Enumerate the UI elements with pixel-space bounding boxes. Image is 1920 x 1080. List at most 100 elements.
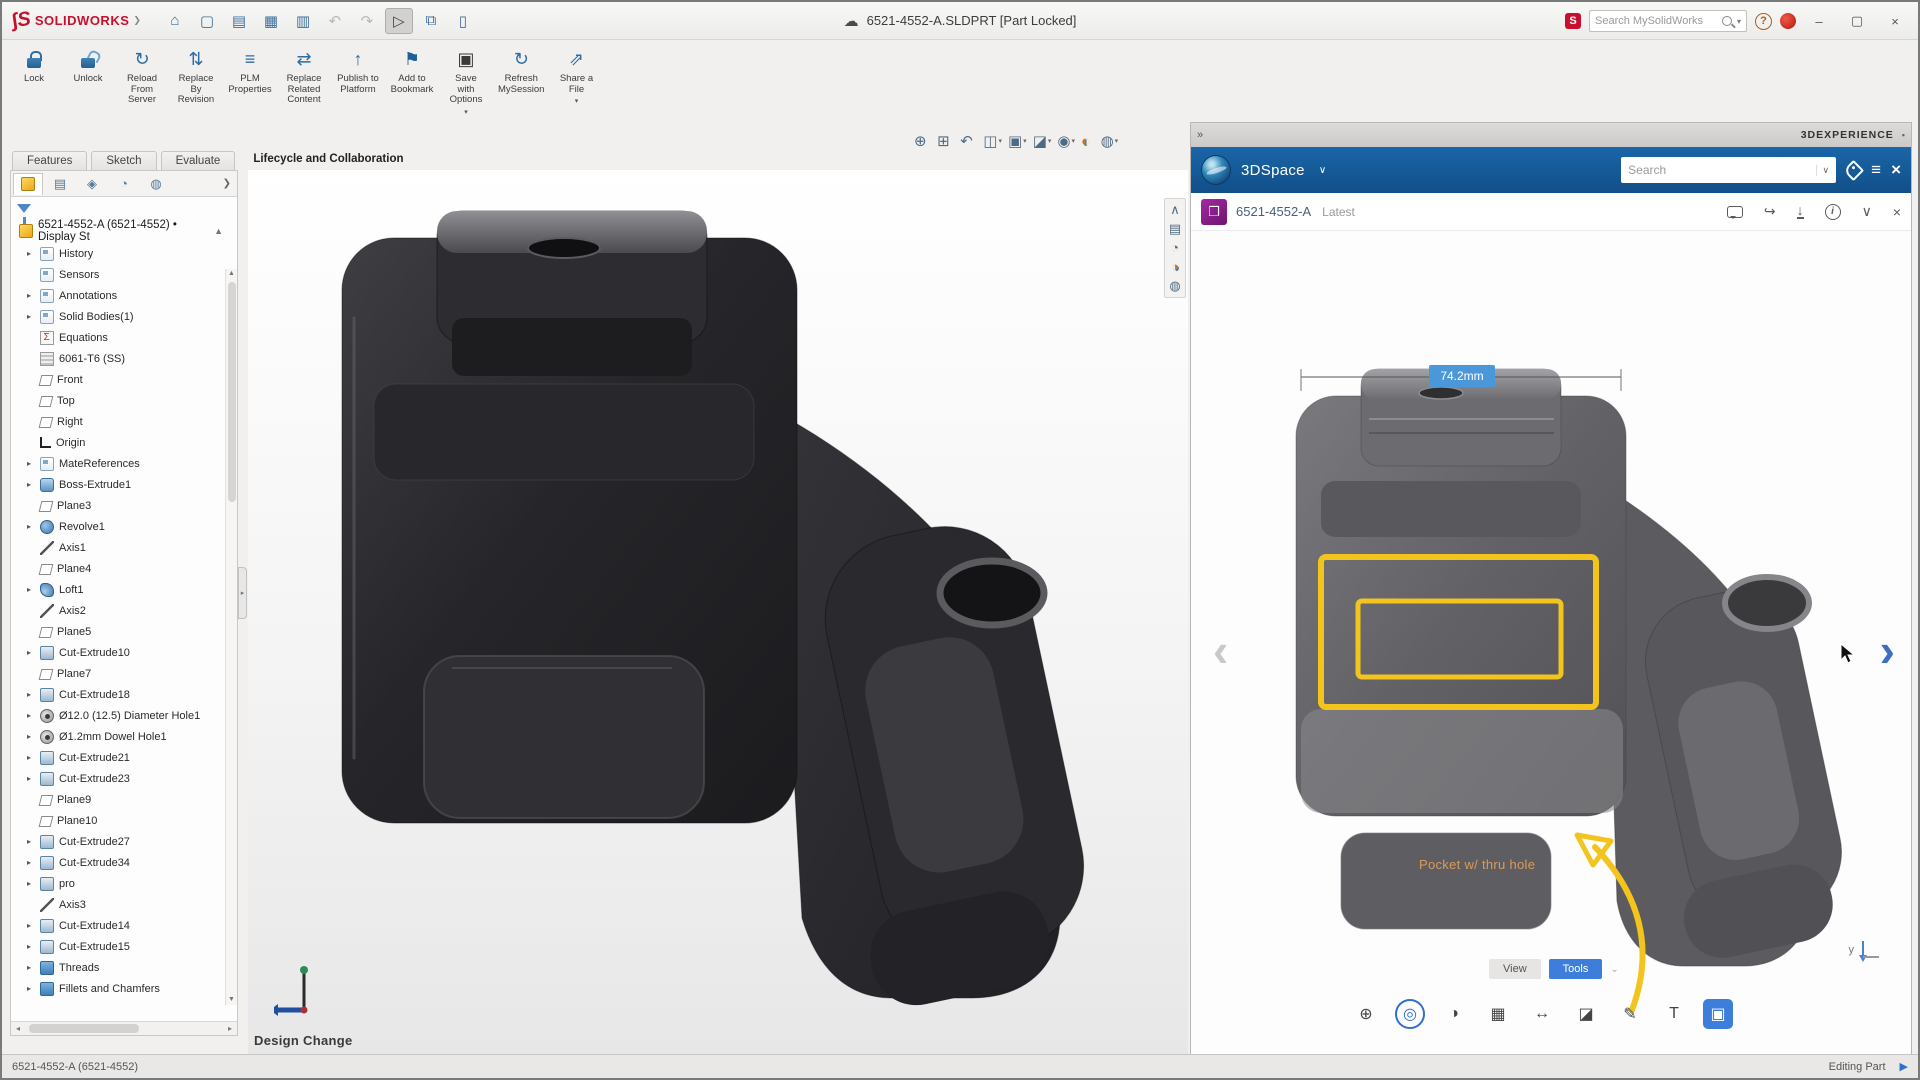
redo-icon[interactable]: ↷ [353, 8, 381, 34]
tree-item[interactable]: ▸ Equations [13, 327, 237, 348]
tree-item[interactable]: ▸ Cut-Extrude21 [13, 747, 237, 768]
tree-item[interactable]: ▸ Boss-Extrude1 [13, 474, 237, 495]
zoom-fit-icon[interactable]: ⊕▾ [914, 132, 931, 150]
expand-arrow-icon[interactable]: ▸ [27, 942, 35, 951]
tree-vertical-scrollbar[interactable]: ▲ ▼ [225, 269, 237, 1005]
command-tab[interactable]: Features [12, 151, 87, 170]
markup-pen-icon[interactable]: ✎ [1615, 999, 1645, 1029]
ribbon-button[interactable]: ⚑ Add to Bookmark ▾ [386, 46, 438, 105]
save-icon[interactable]: ▦ [257, 8, 285, 34]
section-view-icon[interactable]: ◫▾ [983, 132, 1002, 150]
comment-icon[interactable] [1727, 206, 1743, 218]
expand-arrow-icon[interactable]: ▸ [27, 921, 35, 930]
tools-segment[interactable]: Tools [1549, 959, 1603, 979]
ribbon-dropdown-icon[interactable]: ▾ [575, 97, 579, 105]
expand-arrow-icon[interactable]: ▸ [27, 585, 35, 594]
tree-item[interactable]: ▸ Loft1 [13, 579, 237, 600]
search-icon[interactable] [1722, 16, 1732, 26]
undo-icon[interactable]: ↶ [321, 8, 349, 34]
ribbon-button[interactable]: ▣ Save with Options ▾ [440, 46, 492, 116]
expand-arrow-icon[interactable]: ▸ [27, 291, 35, 300]
expand-arrow-icon[interactable]: ▸ [27, 522, 35, 531]
filter-funnel-icon[interactable] [17, 204, 31, 213]
ribbon-button[interactable]: Unlock ▾ [62, 46, 114, 95]
expand-arrow-icon[interactable]: ▸ [27, 690, 35, 699]
3dcompass-icon[interactable] [1201, 155, 1231, 185]
text-tool-icon[interactable]: T [1659, 999, 1689, 1029]
new-document-icon[interactable]: ▢ [193, 8, 221, 34]
section-tool-icon[interactable]: ▦ [1483, 999, 1513, 1029]
tree-item[interactable]: ▸ Cut-Extrude15 [13, 936, 237, 957]
app-dropdown-icon[interactable]: ∨ [1319, 165, 1326, 176]
tree-root-item[interactable]: 6521-4552-A (6521-4552) • Display St ▲ [13, 219, 237, 243]
appearance-icon[interactable]: ◐▾ [1081, 133, 1095, 150]
tree-item[interactable]: ▸ Plane3 [13, 495, 237, 516]
part-model-3d[interactable] [332, 198, 1092, 1018]
view-orientation-icon[interactable]: ▣▾ [1008, 132, 1027, 150]
scroll-left-icon[interactable]: ◂ [11, 1024, 25, 1033]
expand-arrow-icon[interactable]: ▸ [27, 711, 35, 720]
tree-item[interactable]: ▸ Front [13, 369, 237, 390]
tree-item[interactable]: ▸ Cut-Extrude14 [13, 915, 237, 936]
appearances-icon[interactable]: ◑ [1171, 259, 1179, 275]
tree-item[interactable]: ▸ Right [13, 411, 237, 432]
graphics-viewport[interactable]: Design Change ∧▤◔◑◍ [248, 170, 1188, 1056]
tree-item[interactable]: ▸ Threads [13, 957, 237, 978]
expand-arrow-icon[interactable]: ▸ [27, 858, 35, 867]
tree-item[interactable]: ▸ Origin [13, 432, 237, 453]
expand-arrow-icon[interactable]: ▸ [27, 459, 35, 468]
panel-search-dropdown-icon[interactable]: ∨ [1816, 165, 1830, 176]
status-expand-icon[interactable]: ▶ [1900, 1060, 1908, 1073]
dimxpert-tab[interactable]: ◔ [109, 173, 139, 195]
tree-item[interactable]: ▸ Axis2 [13, 600, 237, 621]
next-image-button[interactable]: › [1880, 623, 1895, 677]
scroll-down-icon[interactable]: ▼ [228, 995, 235, 1005]
tree-item[interactable]: ▸ Plane7 [13, 663, 237, 684]
panel-close-icon[interactable]: × [1891, 160, 1901, 180]
configurationmanager-tab[interactable]: ◈ [77, 173, 107, 195]
close-preview-icon[interactable]: × [1893, 204, 1901, 220]
pin-icon[interactable]: ▪ [1902, 130, 1905, 140]
ribbon-button[interactable]: ↻ Refresh MySession ▾ [494, 46, 548, 105]
close-button[interactable]: × [1880, 9, 1910, 33]
ribbon-button[interactable]: ↻ Reload From Server ▾ [116, 46, 168, 116]
tree-item[interactable]: ▸ MateReferences [13, 453, 237, 474]
tree-item[interactable]: ▸ Plane9 [13, 789, 237, 810]
display-style-icon[interactable]: ◪▾ [1033, 132, 1052, 150]
tree-item[interactable]: ▸ Solid Bodies(1) [13, 306, 237, 327]
info-icon[interactable]: i [1825, 204, 1841, 220]
search-mysolidworks-input[interactable]: Search MySolidWorks ▾ [1589, 10, 1747, 32]
menu-icon[interactable]: ≡ [1871, 160, 1881, 180]
toggle-chevron-icon[interactable]: ⌄ [1610, 964, 1618, 975]
expand-arrow-icon[interactable]: ▸ [27, 963, 35, 972]
expand-arrow-icon[interactable]: ▸ [27, 312, 35, 321]
logo-chevron-icon[interactable]: ❯ [133, 15, 141, 26]
select-tool-icon[interactable]: ◎ [1395, 999, 1425, 1029]
tree-item[interactable]: ▸ Plane10 [13, 810, 237, 831]
expand-arrow-icon[interactable]: ▸ [27, 879, 35, 888]
open-icon[interactable]: ▤ [225, 8, 253, 34]
resources-icon[interactable]: ▤ [1169, 221, 1181, 237]
view-segment[interactable]: View [1489, 959, 1541, 979]
minimize-button[interactable]: – [1804, 9, 1834, 33]
tree-item[interactable]: ▸ Cut-Extrude34 [13, 852, 237, 873]
propertymanager-tab[interactable]: ▤ [45, 173, 75, 195]
scene-icon[interactable]: ◍▾ [1101, 132, 1119, 150]
featuremanager-tab[interactable] [13, 173, 43, 195]
panel-collapse-icon[interactable]: » [1197, 129, 1203, 141]
panes-icon[interactable]: ▯ [449, 8, 477, 34]
expand-arrow-icon[interactable]: ▸ [27, 648, 35, 657]
ribbon-button[interactable]: ⇄ Replace Related Content ▾ [278, 46, 330, 116]
ribbon-button[interactable]: ⇗ Share a File ▾ [550, 46, 602, 105]
print-icon[interactable]: ▥ [289, 8, 317, 34]
collapse-caret-icon[interactable]: ▲ [214, 226, 237, 236]
select-arrow-icon[interactable]: ▷ [385, 8, 413, 34]
tree-item[interactable]: ▸ Axis3 [13, 894, 237, 915]
tree-item[interactable]: ▸ History [13, 243, 237, 264]
zoom-area-icon[interactable]: ⊞▾ [937, 132, 954, 150]
tree-item[interactable]: ▸ Fillets and Chamfers [13, 978, 237, 999]
tree-item[interactable]: ▸ Revolve1 [13, 516, 237, 537]
previous-image-button[interactable]: ‹ [1213, 623, 1228, 677]
expand-arrow-icon[interactable]: ▸ [27, 753, 35, 762]
scrollbar-thumb[interactable] [29, 1024, 139, 1033]
